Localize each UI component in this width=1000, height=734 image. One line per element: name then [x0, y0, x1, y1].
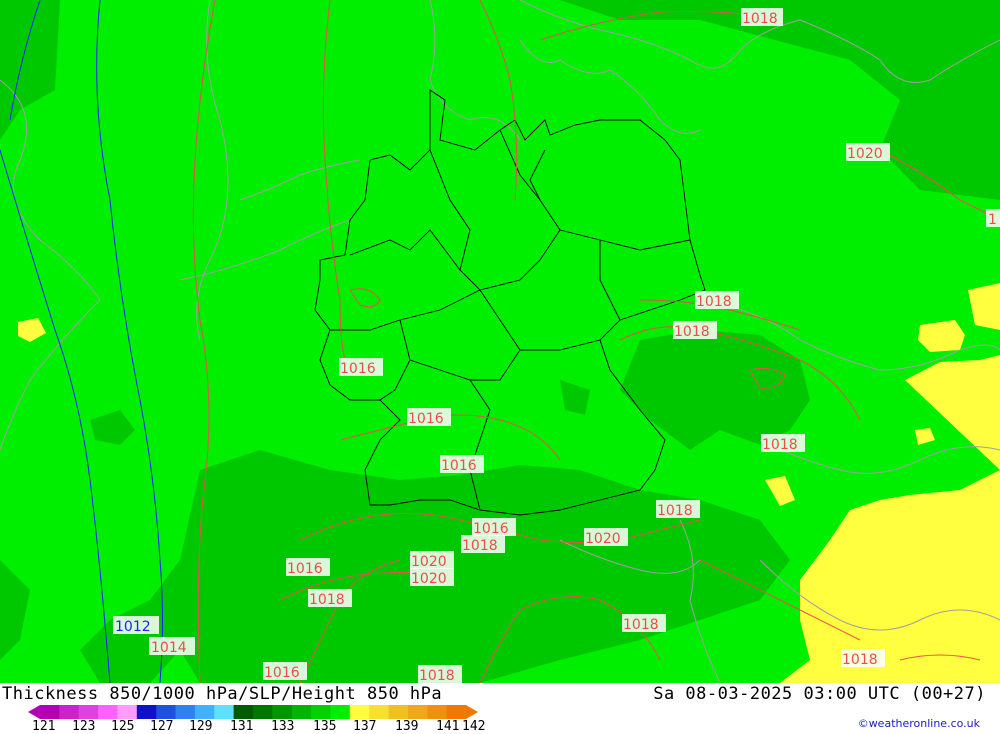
colorbar-tick-label: 137: [353, 719, 377, 734]
isobar-label: 1018: [762, 437, 798, 453]
colorbar-swatch: [214, 705, 235, 719]
isobar-label: 1018: [696, 294, 732, 310]
colorbar-tick-label: 133: [271, 719, 295, 734]
isobar-label: 1016: [408, 411, 444, 427]
colorbar-swatch: [349, 705, 370, 719]
colorbar-swatch: [98, 705, 118, 719]
colorbar-swatch: [291, 705, 312, 719]
isobar-label: 1016: [287, 561, 323, 577]
isobar-label: 1020: [585, 531, 621, 547]
colorbar-swatch: [407, 705, 428, 719]
isobar-label: 1018: [419, 668, 455, 683]
colorbar-swatch: [117, 705, 138, 719]
colorbar-tick-label: 129: [189, 719, 213, 734]
colorbar-swatch: [427, 705, 448, 719]
colorbar-tick-label: 125: [111, 719, 135, 734]
isobar-label: 1018: [674, 324, 710, 340]
colorbar: [28, 705, 478, 719]
isobar-label: 1018: [309, 592, 345, 608]
isobar-label: 1: [988, 212, 997, 228]
isobar-label: 1018: [657, 503, 693, 519]
colorbar-tick-label: 127: [150, 719, 174, 734]
isobar-label: 1020: [411, 571, 447, 587]
colorbar-swatch: [369, 705, 390, 719]
isobar-label: 1016: [340, 361, 376, 377]
colorbar-tick-label: 141: [436, 719, 460, 734]
isobar-label: 1020: [411, 554, 447, 570]
isobar-label: 1016: [441, 458, 477, 474]
colorbar-tick-label: 139: [395, 719, 419, 734]
colorbar-swatch: [40, 705, 60, 719]
colorbar-swatch: [78, 705, 99, 719]
colorbar-tick-label: 135: [313, 719, 337, 734]
colorbar-tick-label: 121: [32, 719, 56, 734]
map-datetime: Sa 08-03-2025 03:00 UTC (00+27): [653, 684, 986, 704]
colorbar-swatch: [446, 705, 467, 719]
isobar-label: 1018: [462, 538, 498, 554]
credit-link[interactable]: ©weatheronline.co.uk: [858, 717, 980, 730]
colorbar-swatch: [233, 705, 254, 719]
map-title: Thickness 850/1000 hPa/SLP/Height 850 hP…: [2, 684, 443, 704]
colorbar-swatch: [59, 705, 80, 719]
colorbar-ticks: 121 123 125 127 129 131 133 135 137 139 141 142: [0, 719, 520, 734]
colorbar-swatch: [253, 705, 273, 719]
colorbar-swatch: [194, 705, 215, 719]
colorbar-swatch: [156, 705, 177, 719]
colorbar-swatch: [311, 705, 331, 719]
isobar-label: 1014: [151, 640, 187, 656]
isobar-label: 1016: [264, 665, 300, 681]
isobar-label: 1018: [742, 11, 778, 27]
colorbar-tick-label: 123: [72, 719, 96, 734]
colorbar-swatch: [175, 705, 196, 719]
colorbar-arrow-right: [466, 705, 478, 719]
colorbar-swatch: [136, 705, 157, 719]
colorbar-swatch: [388, 705, 409, 719]
colorbar-tick-label: 142: [462, 719, 486, 734]
isobar-label: 1016: [473, 521, 509, 537]
colorbar-tick-label: 131: [230, 719, 254, 734]
weather-map: 1018 1020 1 1018 1018 1016 1016 1016 101…: [0, 0, 1000, 683]
isobar-label: 1018: [623, 617, 659, 633]
isobar-label: 1012: [115, 619, 151, 635]
colorbar-swatch: [330, 705, 351, 719]
isobar-label: 1018: [842, 652, 878, 668]
isobar-label: 1020: [847, 146, 883, 162]
colorbar-arrow-left: [28, 705, 40, 719]
colorbar-swatch: [272, 705, 293, 719]
